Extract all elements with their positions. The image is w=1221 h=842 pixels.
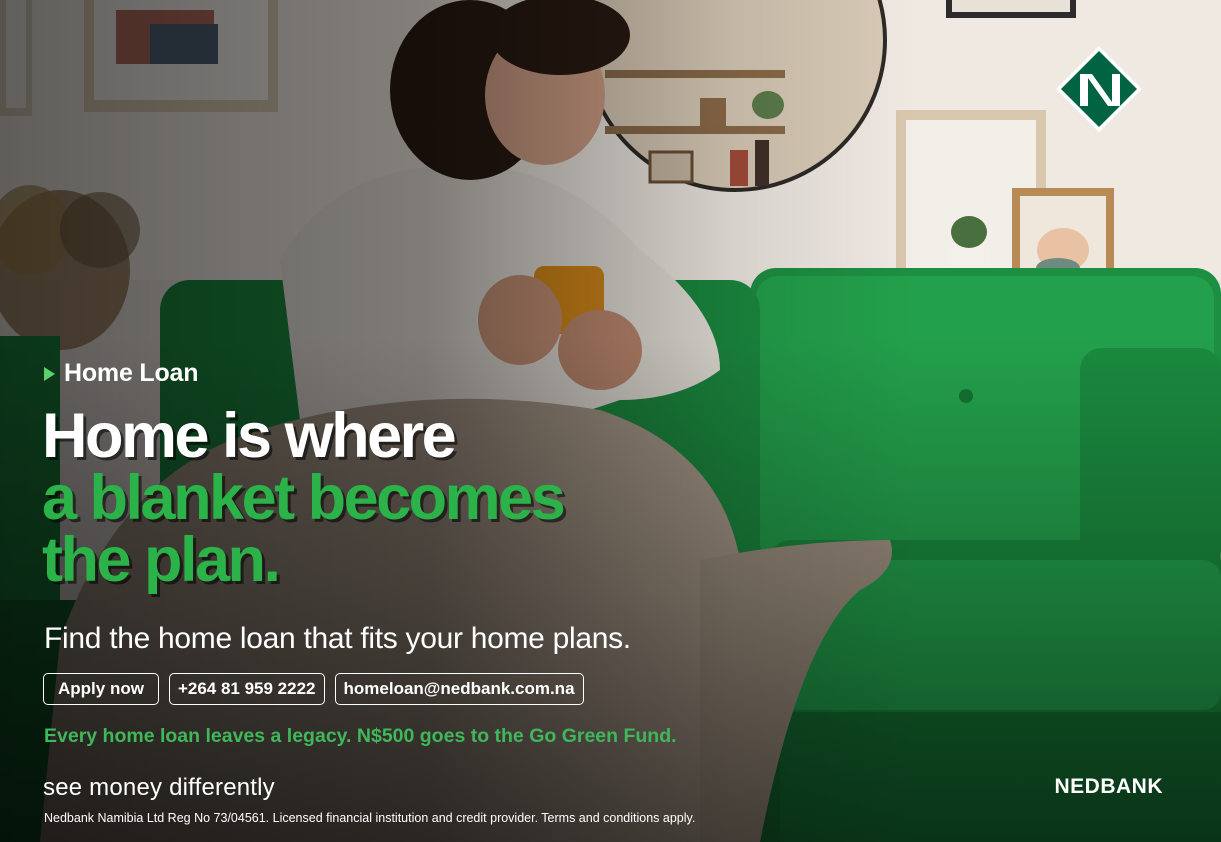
ad-banner: Home Loan Home is where a blanket become… [0,0,1221,842]
headline: Home is where a blanket becomes the plan… [42,401,566,595]
apply-now-button[interactable]: Apply now [43,673,159,705]
subheadline: Find the home loan that fits your home p… [44,622,631,655]
brand-wordmark: NEDBANK [1054,775,1163,798]
legal-disclaimer: Nedbank Namibia Ltd Reg No 73/04561. Lic… [44,811,696,825]
email-link[interactable]: homeloan@nedbank.com.na [334,673,584,705]
cta-row: Apply now +264 81 959 2222 homeloan@nedb… [43,673,584,705]
eyebrow: Home Loan [44,359,199,388]
play-triangle-icon [44,366,55,381]
tagline: see money differently [43,774,275,801]
headline-line-2: a blanket becomes [42,463,566,533]
legacy-message: Every home loan leaves a legacy. N$500 g… [44,725,677,747]
headline-line-3: the plan. [42,525,281,595]
eyebrow-label: Home Loan [64,359,199,387]
headline-line-1: Home is where [42,401,457,471]
phone-link[interactable]: +264 81 959 2222 [168,673,325,705]
nedbank-n-logo-icon[interactable] [1054,44,1144,134]
